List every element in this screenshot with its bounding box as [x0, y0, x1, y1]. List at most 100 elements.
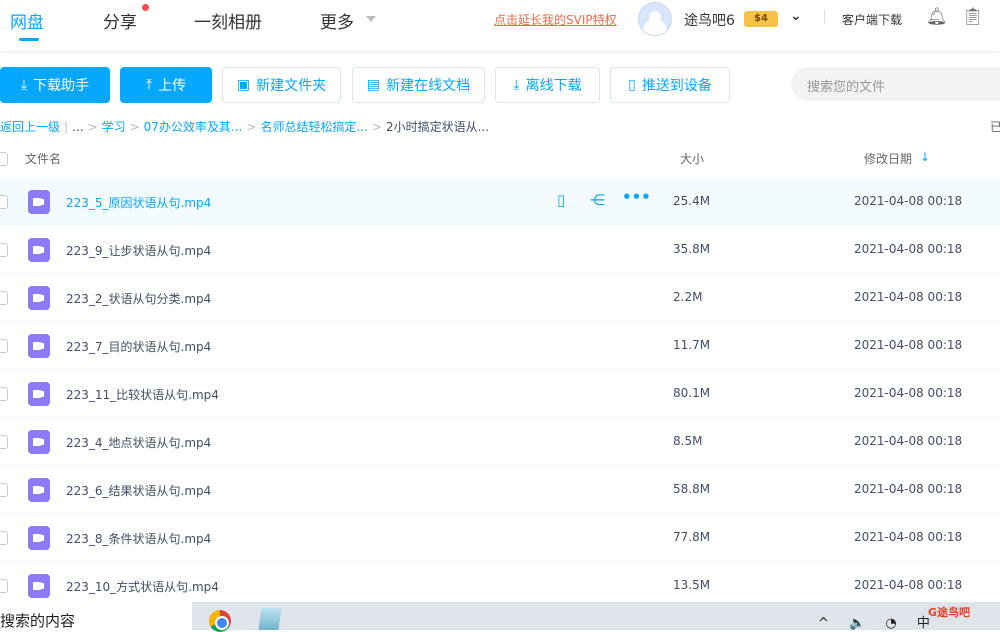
- document-icon: ▤: [366, 77, 381, 93]
- breadcrumb-current: 2小时搞定状语从...: [385, 120, 490, 134]
- table-row[interactable]: 223_9_让步状语从句.mp4 35.8M 2021-04-08 00:18: [0, 226, 1000, 274]
- table-row[interactable]: 223_8_条件状语从句.mp4 77.8M 2021-04-08 00:18: [0, 514, 1000, 562]
- upload-icon: ⤒: [145, 77, 153, 93]
- file-size: 11.7M: [673, 338, 711, 352]
- video-file-icon: [28, 526, 50, 550]
- header-size[interactable]: 大小: [680, 150, 704, 167]
- svip-link[interactable]: 点击延长我的SVIP特权: [494, 11, 617, 28]
- tab-share[interactable]: 分享: [103, 8, 137, 33]
- download-helper-label: 下载助手: [33, 78, 90, 94]
- offline-download-button[interactable]: ⤓ 离线下载: [495, 67, 600, 103]
- file-name[interactable]: 223_9_让步状语从句.mp4: [66, 242, 211, 259]
- download-helper-button[interactable]: ⤓ 下载助手: [0, 67, 110, 103]
- back-link[interactable]: 返回上一级: [0, 120, 60, 134]
- file-name[interactable]: 223_6_结果状语从句.mp4: [66, 482, 211, 499]
- file-date: 2021-04-08 00:18: [854, 386, 963, 400]
- system-tray[interactable]: ^ 🔈 ◔ 中: [818, 612, 938, 631]
- select-all-checkbox[interactable]: [0, 152, 8, 166]
- search-input[interactable]: 搜索您的文件: [791, 67, 1000, 101]
- top-nav: 网盘 分享 一刻相册 更多 点击延长我的SVIP特权 途鸟吧6 $4 ⌄ 客户端…: [0, 0, 1000, 52]
- share-icon[interactable]: ⋲: [590, 191, 605, 209]
- breadcrumb-ellipsis[interactable]: ...: [72, 120, 83, 134]
- header-name[interactable]: 文件名: [25, 150, 61, 167]
- tab-netdisk[interactable]: 网盘: [10, 8, 44, 33]
- file-date: 2021-04-08 00:18: [854, 578, 963, 592]
- watermark-text: 途鸟吧: [937, 606, 971, 619]
- push-device-icon[interactable]: ▯: [557, 191, 565, 209]
- video-file-icon: [28, 574, 50, 598]
- new-folder-label: 新建文件夹: [256, 78, 327, 94]
- breadcrumb-item[interactable]: 名师总结轻松搞定...: [260, 120, 367, 134]
- avatar[interactable]: [638, 2, 672, 36]
- row-checkbox[interactable]: [0, 531, 8, 545]
- file-name[interactable]: 223_11_比较状语从句.mp4: [66, 386, 219, 403]
- breadcrumb-item[interactable]: 07办公效率及其...: [144, 120, 243, 134]
- file-size: 35.8M: [673, 242, 711, 256]
- file-date: 2021-04-08 00:18: [854, 194, 963, 208]
- chevron-down-icon[interactable]: [366, 16, 376, 27]
- file-name[interactable]: 223_5_原因状语从句.mp4: [66, 194, 211, 211]
- client-download-link[interactable]: 客户端下载: [842, 11, 902, 28]
- table-row[interactable]: 223_4_地点状语从句.mp4 8.5M 2021-04-08 00:18: [0, 418, 1000, 466]
- new-folder-button[interactable]: ▣ 新建文件夹: [222, 67, 341, 103]
- file-date: 2021-04-08 00:18: [854, 338, 963, 352]
- table-row[interactable]: 223_11_比较状语从句.mp4 80.1M 2021-04-08 00:18: [0, 370, 1000, 418]
- breadcrumb-item[interactable]: 学习: [102, 120, 126, 134]
- row-checkbox[interactable]: [0, 339, 8, 353]
- app-icon[interactable]: [258, 608, 282, 630]
- file-name[interactable]: 223_2_状语从句分类.mp4: [66, 290, 211, 307]
- download-icon: ⤓: [20, 77, 28, 93]
- table-row[interactable]: 223_6_结果状语从句.mp4 58.8M 2021-04-08 00:18: [0, 466, 1000, 514]
- clipboard-icon[interactable]: 📋︎: [962, 7, 984, 27]
- file-date: 2021-04-08 00:18: [854, 530, 963, 544]
- breadcrumb: 返回上一级 |... > 学习 >07办公效率及其... > 名师总结轻松搞定... >2小时…: [0, 120, 490, 134]
- row-checkbox[interactable]: [0, 579, 8, 593]
- file-name[interactable]: 223_7_目的状语从句.mp4: [66, 338, 211, 355]
- file-size: 25.4M: [673, 194, 711, 208]
- video-file-icon: [28, 382, 50, 406]
- video-file-icon: [28, 286, 50, 310]
- file-size: 80.1M: [673, 386, 711, 400]
- more-icon[interactable]: •••: [622, 188, 651, 206]
- active-tab-indicator: [19, 38, 39, 41]
- file-name[interactable]: 223_8_条件状语从句.mp4: [66, 530, 211, 547]
- file-size: 13.5M: [673, 578, 711, 592]
- folder-plus-icon: ▣: [236, 77, 251, 93]
- user-menu-chevron-icon[interactable]: ⌄: [790, 8, 802, 24]
- table-row[interactable]: 223_5_原因状语从句.mp4 25.4M 2021-04-08 00:18 ▯…: [0, 178, 1000, 226]
- push-device-label: 推送到设备: [641, 78, 712, 94]
- sort-down-icon[interactable]: ↓: [920, 150, 930, 164]
- upload-button[interactable]: ⤒ 上传: [120, 67, 212, 103]
- username[interactable]: 途鸟吧6: [684, 10, 735, 30]
- file-size: 77.8M: [673, 530, 711, 544]
- push-device-button[interactable]: ▯ 推送到设备: [610, 67, 730, 103]
- video-file-icon: [28, 334, 50, 358]
- row-checkbox[interactable]: [0, 243, 8, 257]
- row-checkbox[interactable]: [0, 435, 8, 449]
- new-doc-button[interactable]: ▤ 新建在线文档: [352, 67, 485, 103]
- taskbar: 搜索的内容 ^ 🔈 ◔ 中: [0, 602, 1000, 632]
- row-checkbox[interactable]: [0, 387, 8, 401]
- file-size: 8.5M: [673, 434, 703, 448]
- chrome-icon[interactable]: [209, 610, 231, 632]
- offline-download-label: 离线下载: [525, 78, 582, 94]
- file-date: 2021-04-08 00:18: [854, 242, 963, 256]
- bell-icon[interactable]: 🔔︎: [926, 7, 948, 27]
- table-row[interactable]: 223_2_状语从句分类.mp4 2.2M 2021-04-08 00:18: [0, 274, 1000, 322]
- new-doc-label: 新建在线文档: [386, 78, 471, 94]
- upload-label: 上传: [158, 78, 187, 94]
- row-checkbox[interactable]: [0, 291, 8, 305]
- header-date[interactable]: 修改日期: [864, 150, 912, 167]
- file-name[interactable]: 223_4_地点状语从句.mp4: [66, 434, 211, 451]
- taskbar-search[interactable]: 搜索的内容: [0, 602, 192, 630]
- row-checkbox[interactable]: [0, 483, 8, 497]
- device-icon: ▯: [628, 77, 636, 93]
- tab-more[interactable]: 更多: [320, 8, 354, 33]
- tab-album[interactable]: 一刻相册: [194, 8, 262, 33]
- file-name[interactable]: 223_10_方式状语从句.mp4: [66, 578, 219, 595]
- notification-dot: [142, 4, 149, 11]
- table-row[interactable]: 223_7_目的状语从句.mp4 11.7M 2021-04-08 00:18: [0, 322, 1000, 370]
- vip-badge: $4: [744, 11, 778, 27]
- file-date: 2021-04-08 00:18: [854, 482, 963, 496]
- row-checkbox[interactable]: [0, 195, 8, 209]
